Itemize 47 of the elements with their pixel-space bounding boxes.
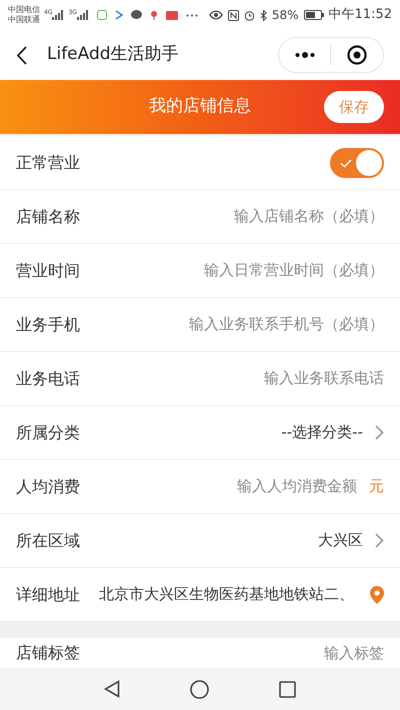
battery-icon: [304, 10, 324, 20]
field-label: 店铺标签: [16, 642, 81, 664]
select-field[interactable]: --选择分类--: [94, 421, 384, 444]
field-label: 正常营业: [16, 152, 81, 174]
recents-square-icon[interactable]: [279, 680, 296, 698]
address-value: 北京市大兴区生物医药基地地铁站二、: [98, 584, 354, 606]
text-input[interactable]: 输入标签: [94, 642, 384, 664]
carrier-name: 中国电信: [8, 5, 40, 15]
back-icon[interactable]: [16, 46, 27, 64]
battery-percent: 58%: [272, 7, 299, 24]
bluetooth-icon: [260, 10, 267, 20]
field-label: 营业时间: [16, 260, 81, 282]
text-input[interactable]: 输入业务联系手机号（必填）: [94, 313, 384, 336]
field-label: 业务手机: [16, 314, 81, 336]
pin-icon: [150, 10, 158, 20]
app-title: LifeAdd生活助手: [47, 43, 179, 66]
select-field[interactable]: 大兴区: [94, 529, 384, 552]
field-label: 店铺名称: [16, 206, 81, 228]
unit-label: 元: [369, 476, 384, 498]
page-title: 我的店铺信息: [148, 95, 252, 118]
carrier-name: 中国联通: [8, 15, 40, 25]
text-input[interactable]: 输入业务联系电话: [94, 367, 384, 390]
back-triangle-icon[interactable]: [104, 680, 120, 698]
check-icon: [340, 158, 352, 168]
home-circle-icon[interactable]: [190, 680, 209, 698]
clock: 中午11:52: [328, 6, 392, 24]
eye-icon: [208, 10, 223, 20]
text-input[interactable]: 输入店铺名称（必填）: [94, 205, 384, 228]
signal-icon: [52, 10, 64, 20]
field-label: 业务电话: [16, 368, 81, 390]
nfc-icon: [228, 10, 239, 20]
text-input[interactable]: 输入人均消费金额: [94, 475, 357, 498]
more-icon: [186, 14, 198, 16]
chat-bubble-icon: [130, 10, 142, 20]
field-label: 所在区域: [16, 530, 81, 552]
alarm-icon: [244, 10, 255, 20]
field-label: 所属分类: [16, 422, 81, 444]
close-target-icon[interactable]: [347, 45, 367, 65]
signal-icon: [76, 10, 89, 20]
chevron-right-icon: [375, 425, 384, 440]
more-icon[interactable]: [295, 52, 315, 58]
toggle-switch[interactable]: [330, 148, 384, 178]
text-input[interactable]: 输入日常营业时间（必填）: [94, 259, 384, 282]
field-label: 人均消费: [16, 476, 81, 498]
field-label: 详细地址: [16, 584, 81, 606]
location-pin-icon[interactable]: [370, 586, 384, 604]
chevron-right-icon: [375, 533, 384, 548]
